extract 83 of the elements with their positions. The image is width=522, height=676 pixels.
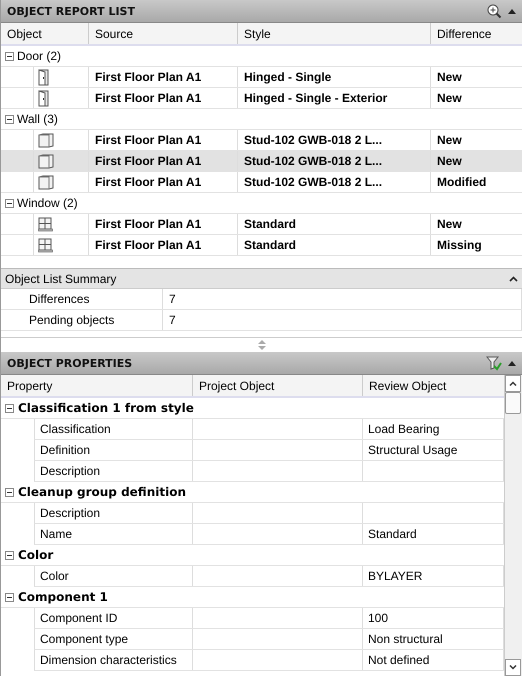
scroll-down-button[interactable]	[505, 659, 521, 676]
collapse-toggle-icon[interactable]	[5, 404, 14, 412]
source-cell: First Floor Plan A1	[88, 235, 237, 255]
property-name: Name	[35, 524, 193, 544]
style-cell: Hinged - Single - Exterior	[237, 88, 430, 108]
source-cell: First Floor Plan A1	[88, 172, 237, 192]
column-heading[interactable]: Difference	[430, 23, 522, 44]
source-cell: First Floor Plan A1	[88, 67, 237, 87]
column-heading[interactable]: Style	[237, 23, 430, 44]
object-row[interactable]: First Floor Plan A1 Hinged - Single New	[1, 67, 522, 88]
collapse-toggle-icon[interactable]	[5, 592, 14, 602]
collapse-toggle-icon[interactable]	[5, 52, 14, 60]
group-label: Wall (3)	[17, 112, 58, 126]
column-heading[interactable]: Project Object	[192, 375, 362, 396]
summary-title: Object List Summary	[5, 272, 118, 286]
scrollbar-thumb[interactable]	[505, 392, 521, 414]
style-cell: Standard	[237, 214, 430, 234]
collapse-toggle-icon[interactable]	[5, 114, 14, 124]
summary-value: 7	[163, 289, 522, 309]
window-icon	[38, 216, 53, 232]
property-name: Classification	[35, 419, 193, 439]
collapse-arrow-icon[interactable]	[508, 8, 516, 14]
style-cell: Stud-102 GWB-018 2 L...	[237, 130, 430, 150]
splitter-grip-icon[interactable]	[258, 340, 266, 350]
category-label: Cleanup group definition	[18, 485, 186, 499]
collapse-arrow-icon[interactable]	[508, 360, 516, 366]
category-label: Component 1	[18, 590, 108, 604]
category-label: Classification 1 from style	[18, 401, 194, 415]
style-cell: Standard	[237, 235, 430, 255]
object-row[interactable]: First Floor Plan A1 Hinged - Single - Exterior New	[1, 88, 522, 109]
difference-cell: New	[430, 151, 522, 171]
column-heading[interactable]: Property	[1, 375, 192, 396]
group-label: Door (2)	[17, 49, 62, 63]
panel-title: OBJECT PROPERTIES	[7, 356, 134, 370]
collapse-toggle-icon[interactable]	[5, 550, 14, 560]
property-name: Component type	[35, 629, 193, 649]
summary-label: Pending objects	[1, 310, 163, 330]
property-name: Description	[35, 461, 193, 481]
door-icon	[38, 68, 50, 86]
column-heading[interactable]: Source	[88, 23, 237, 44]
category-label: Color	[18, 548, 54, 562]
wall-icon	[38, 174, 55, 190]
difference-cell: Modified	[430, 172, 522, 192]
difference-cell: New	[430, 67, 522, 87]
group-label: Window (2)	[17, 196, 78, 210]
property-name: Dimension characteristics	[35, 650, 193, 670]
difference-cell: New	[430, 214, 522, 234]
style-cell: Stud-102 GWB-018 2 L...	[237, 172, 430, 192]
scroll-up-button[interactable]	[505, 375, 521, 392]
source-cell: First Floor Plan A1	[88, 130, 237, 150]
source-cell: First Floor Plan A1	[88, 88, 237, 108]
property-name: Definition	[35, 440, 193, 460]
summary-label: Differences	[1, 289, 163, 309]
difference-cell: Missing	[430, 235, 522, 255]
summary-value: 7	[163, 310, 522, 330]
object-row[interactable]: First Floor Plan A1 Stud-102 GWB-018 2 L... New	[1, 151, 522, 172]
window-icon	[38, 238, 53, 252]
wall-icon	[38, 132, 55, 148]
caret-down-icon	[509, 665, 517, 670]
column-heading[interactable]: Object	[1, 23, 88, 44]
object-row[interactable]: First Floor Plan A1 Stud-102 GWB-018 2 L... Modified	[1, 172, 522, 193]
object-row[interactable]: First Floor Plan A1 Stud-102 GWB-018 2 L... New	[1, 130, 522, 151]
property-name: Description	[35, 503, 193, 523]
property-name: Color	[35, 566, 193, 586]
panel-title: OBJECT REPORT LIST	[7, 4, 136, 18]
caret-up-icon	[509, 381, 517, 386]
source-cell: First Floor Plan A1	[88, 214, 237, 234]
zoom-icon[interactable]	[487, 4, 502, 18]
object-row[interactable]: First Floor Plan A1 Standard Missing	[1, 235, 522, 256]
source-cell: First Floor Plan A1	[88, 151, 237, 171]
difference-cell: New	[430, 88, 522, 108]
style-cell: Hinged - Single	[237, 67, 430, 87]
chevron-icon[interactable]	[509, 276, 518, 282]
summary-header[interactable]: Object List Summary	[1, 269, 522, 289]
difference-cell: New	[430, 130, 522, 150]
style-cell: Stud-102 GWB-018 2 L...	[237, 151, 430, 171]
filter-icon[interactable]	[486, 356, 502, 370]
collapse-toggle-icon[interactable]	[5, 488, 14, 496]
wall-icon	[38, 154, 55, 168]
door-icon	[38, 90, 50, 106]
collapse-toggle-icon[interactable]	[5, 198, 14, 208]
property-name: Component ID	[35, 608, 193, 628]
object-row[interactable]: First Floor Plan A1 Standard New	[1, 214, 522, 235]
